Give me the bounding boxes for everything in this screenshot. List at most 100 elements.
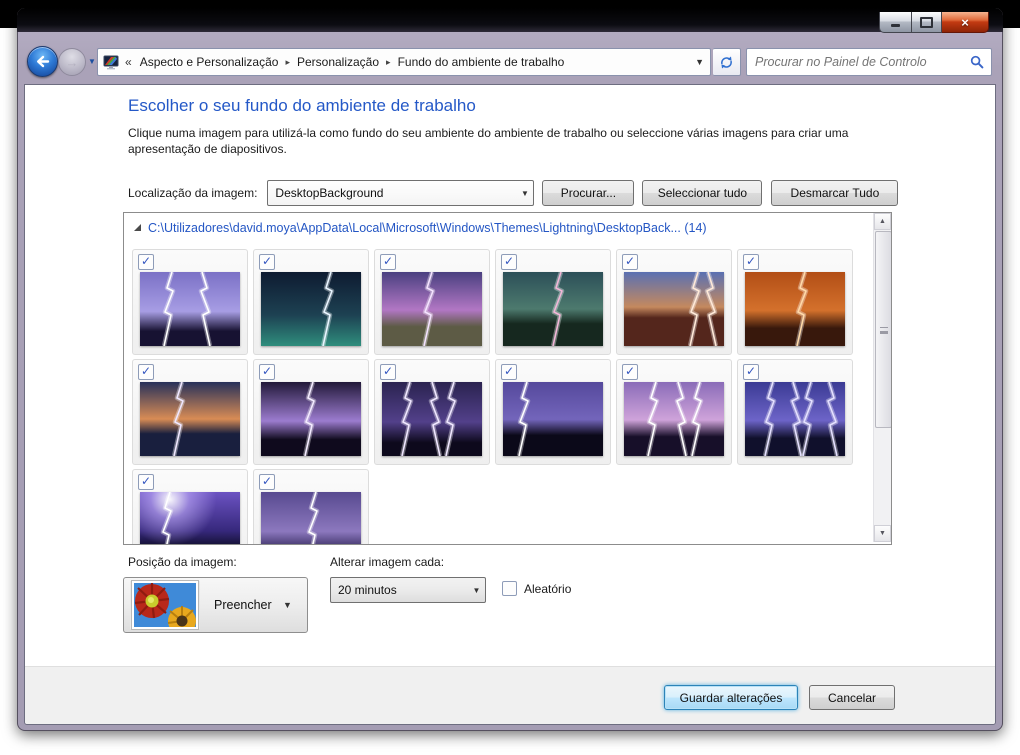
tile-checkbox[interactable]: ✓ — [743, 254, 759, 270]
chevron-down-icon: ▼ — [520, 188, 529, 198]
close-button[interactable]: × — [942, 12, 989, 33]
search-input[interactable] — [747, 55, 970, 69]
picture-position-value: Preencher — [214, 598, 272, 612]
search-icon[interactable] — [970, 55, 984, 69]
gallery-scrollbar[interactable]: ▲ ▼ — [873, 213, 891, 542]
change-interval-value: 20 minutos — [338, 583, 397, 597]
maximize-icon — [920, 16, 933, 28]
image-location-label: Localização da imagem: — [128, 186, 258, 200]
wallpaper-thumbnail — [382, 272, 482, 346]
close-icon: × — [961, 14, 969, 30]
tile-checkbox[interactable]: ✓ — [138, 364, 154, 380]
gallery-tile[interactable]: ✓ — [253, 359, 369, 465]
gallery-tile[interactable]: ✓ — [374, 249, 490, 355]
personalization-icon — [103, 55, 119, 70]
wallpaper-thumbnail — [261, 492, 361, 544]
breadcrumb-separator-icon: ▸ — [386, 56, 391, 67]
tile-checkbox[interactable]: ✓ — [622, 254, 638, 270]
tile-checkbox[interactable]: ✓ — [380, 364, 396, 380]
caption-buttons: × — [879, 12, 989, 33]
gallery-tile[interactable]: ✓ — [616, 359, 732, 465]
back-button[interactable] — [27, 46, 58, 77]
scrollbar-thumb[interactable] — [875, 231, 891, 428]
picture-position-label: Posição da imagem: — [128, 555, 237, 569]
cancel-button[interactable]: Cancelar — [809, 685, 895, 710]
control-panel-window: × → ▼ « Aspecto e Personalização ▸ Perso… — [17, 8, 1003, 731]
wallpaper-thumbnail — [140, 492, 240, 544]
gallery-tile[interactable]: ✓ — [495, 359, 611, 465]
breadcrumb-item-personalizacao[interactable]: Personalização — [295, 55, 381, 69]
image-location-combobox[interactable]: DesktopBackground ▼ — [267, 180, 535, 206]
title-bar — [17, 8, 1003, 32]
tile-checkbox[interactable]: ✓ — [501, 364, 517, 380]
gallery-tile[interactable]: ✓ — [253, 249, 369, 355]
breadcrumb-overflow[interactable]: « — [125, 55, 132, 69]
shuffle-checkbox[interactable] — [502, 581, 517, 596]
change-interval-label: Alterar imagem cada: — [330, 555, 445, 569]
breadcrumb-separator-icon: ▸ — [285, 56, 290, 67]
search-box — [746, 48, 992, 76]
change-interval-combobox[interactable]: 20 minutos ▼ — [330, 577, 486, 603]
refresh-button[interactable] — [713, 48, 741, 76]
picture-position-combobox[interactable]: Preencher ▼ — [123, 577, 308, 633]
forward-button[interactable]: → — [58, 48, 86, 76]
tile-checkbox[interactable]: ✓ — [138, 474, 154, 490]
scroll-up-button[interactable]: ▲ — [874, 213, 891, 230]
scroll-down-button[interactable]: ▼ — [874, 525, 891, 542]
select-all-button[interactable]: Seleccionar tudo — [642, 180, 763, 206]
maximize-button[interactable] — [912, 12, 942, 33]
shuffle-row: Aleatório — [502, 581, 571, 596]
chevron-down-icon: ▼ — [472, 585, 481, 595]
gallery-tile[interactable]: ✓ — [495, 249, 611, 355]
wallpaper-thumbnail — [503, 382, 603, 456]
gallery-grid: ✓ ✓ ✓ ✓ ✓ ✓ ✓ ✓ ✓ ✓ ✓ ✓ ✓ ✓ — [124, 213, 874, 544]
page-content: Escolher o seu fundo do ambiente de trab… — [25, 85, 995, 666]
minimize-button[interactable] — [879, 12, 912, 33]
dialog-footer: Guardar alterações Cancelar — [25, 666, 995, 724]
gallery-tile[interactable]: ✓ — [132, 469, 248, 544]
breadcrumb-item-aspecto[interactable]: Aspecto e Personalização — [138, 55, 281, 69]
forward-arrow-icon: → — [65, 54, 79, 70]
wallpaper-thumbnail — [140, 382, 240, 456]
gallery-tile[interactable]: ✓ — [374, 359, 490, 465]
tile-checkbox[interactable]: ✓ — [259, 364, 275, 380]
tile-checkbox[interactable]: ✓ — [501, 254, 517, 270]
image-location-row: Localização da imagem: DesktopBackground… — [128, 180, 899, 206]
browse-button[interactable]: Procurar... — [542, 180, 635, 206]
wallpaper-thumbnail — [261, 382, 361, 456]
tile-checkbox[interactable]: ✓ — [138, 254, 154, 270]
tile-checkbox[interactable]: ✓ — [380, 254, 396, 270]
navigation-bar: → ▼ « Aspecto e Personalização ▸ Persona… — [17, 46, 1003, 77]
wallpaper-thumbnail — [261, 272, 361, 346]
wallpaper-thumbnail — [745, 382, 845, 456]
gallery-tile[interactable]: ✓ — [737, 359, 853, 465]
scrollbar-grip-icon — [879, 327, 888, 332]
wallpaper-thumbnail — [624, 382, 724, 456]
tile-checkbox[interactable]: ✓ — [259, 254, 275, 270]
minimize-icon — [891, 23, 900, 27]
gallery-tile[interactable]: ✓ — [737, 249, 853, 355]
wallpaper-thumbnail — [382, 382, 482, 456]
gallery-tile[interactable]: ✓ — [616, 249, 732, 355]
gallery-tile[interactable]: ✓ — [253, 469, 369, 544]
gallery-tile[interactable]: ✓ — [132, 249, 248, 355]
wallpaper-thumbnail — [503, 272, 603, 346]
address-dropdown-icon[interactable]: ▼ — [695, 57, 704, 67]
page-title: Escolher o seu fundo do ambiente de trab… — [128, 96, 476, 115]
shuffle-label: Aleatório — [524, 581, 572, 596]
wallpaper-thumbnail — [624, 272, 724, 346]
recent-pages-chevron-icon[interactable]: ▼ — [88, 57, 96, 66]
breadcrumb-item-fundo[interactable]: Fundo do ambiente de trabalho — [396, 55, 567, 69]
tile-checkbox[interactable]: ✓ — [743, 364, 759, 380]
save-changes-button[interactable]: Guardar alterações — [664, 685, 798, 710]
tile-checkbox[interactable]: ✓ — [622, 364, 638, 380]
image-location-value: DesktopBackground — [275, 186, 384, 200]
clear-all-button[interactable]: Desmarcar Tudo — [771, 180, 899, 206]
refresh-icon — [721, 56, 732, 68]
wallpaper-thumbnail — [745, 272, 845, 346]
page-description: Clique numa imagem para utilizá-la como … — [128, 126, 849, 156]
position-preview-thumbnail — [131, 580, 199, 630]
tile-checkbox[interactable]: ✓ — [259, 474, 275, 490]
gallery-tile[interactable]: ✓ — [132, 359, 248, 465]
breadcrumb[interactable]: « Aspecto e Personalização ▸ Personaliza… — [97, 48, 711, 76]
